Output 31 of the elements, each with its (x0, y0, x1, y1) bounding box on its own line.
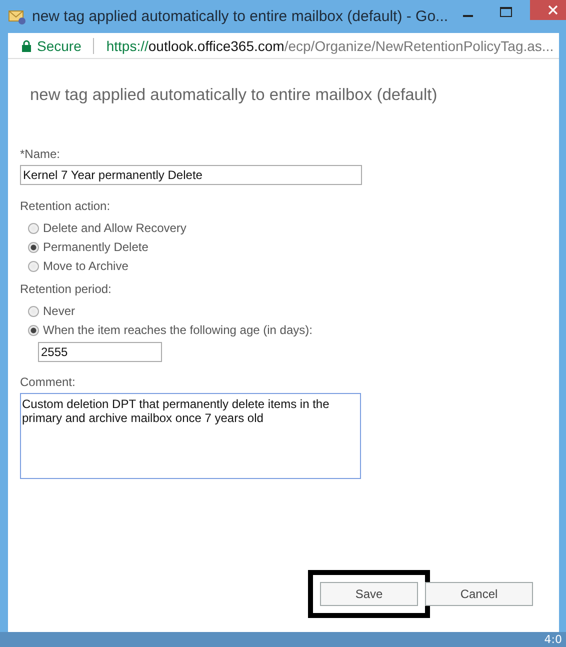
clock-text: 4:0 (544, 633, 562, 646)
field-label: Comment: (20, 375, 76, 389)
radio-label: Permanently Delete (43, 240, 148, 254)
save-button[interactable]: Save (320, 582, 418, 606)
window-title: new tag applied automatically to entire mailbox (default) - Go... (32, 8, 448, 25)
dialog-heading: new tag applied automatically to entire mailbox (default) (30, 86, 438, 105)
radio-button[interactable] (28, 324, 39, 336)
field-label: Retention action: (20, 199, 112, 213)
minimize-icon (463, 15, 474, 17)
cancel-button[interactable]: Cancel (425, 582, 533, 606)
close-button[interactable] (530, 0, 566, 20)
radio-label: Move to Archive (43, 259, 128, 273)
radio-button[interactable] (28, 306, 39, 316)
radio-label: Delete and Allow Recovery (43, 221, 186, 235)
radio-label: When the item reaches the following age (in days): (43, 323, 312, 337)
radio-button[interactable] (28, 242, 39, 252)
maximize-icon (500, 7, 512, 17)
radio-button[interactable] (28, 222, 39, 234)
lock-icon (22, 40, 31, 52)
url-text: https://outlook.office365.com/ecp/Organize/NewRetentionPolicyTag.as... (106, 38, 554, 54)
days-field[interactable]: 2555 (38, 342, 162, 362)
name-field[interactable]: Kernel 7 Year permanently Delete (20, 165, 362, 185)
field-label: Retention period: (20, 282, 112, 296)
comment-field[interactable]: Custom deletion DPT that permanently delete items in the primary and archive mailbox once 7 years old (20, 393, 361, 479)
field-label: *Name: (20, 147, 62, 161)
address-bar[interactable]: Secure https://outlook.office365.com/ecp/Organize/NewRetentionPolicyTag.as... (8, 33, 559, 59)
envelope-icon (8, 8, 26, 24)
close-icon (548, 5, 558, 15)
radio-label: Never (43, 304, 76, 318)
secure-label: Secure (37, 38, 82, 54)
radio-button[interactable] (28, 260, 39, 272)
